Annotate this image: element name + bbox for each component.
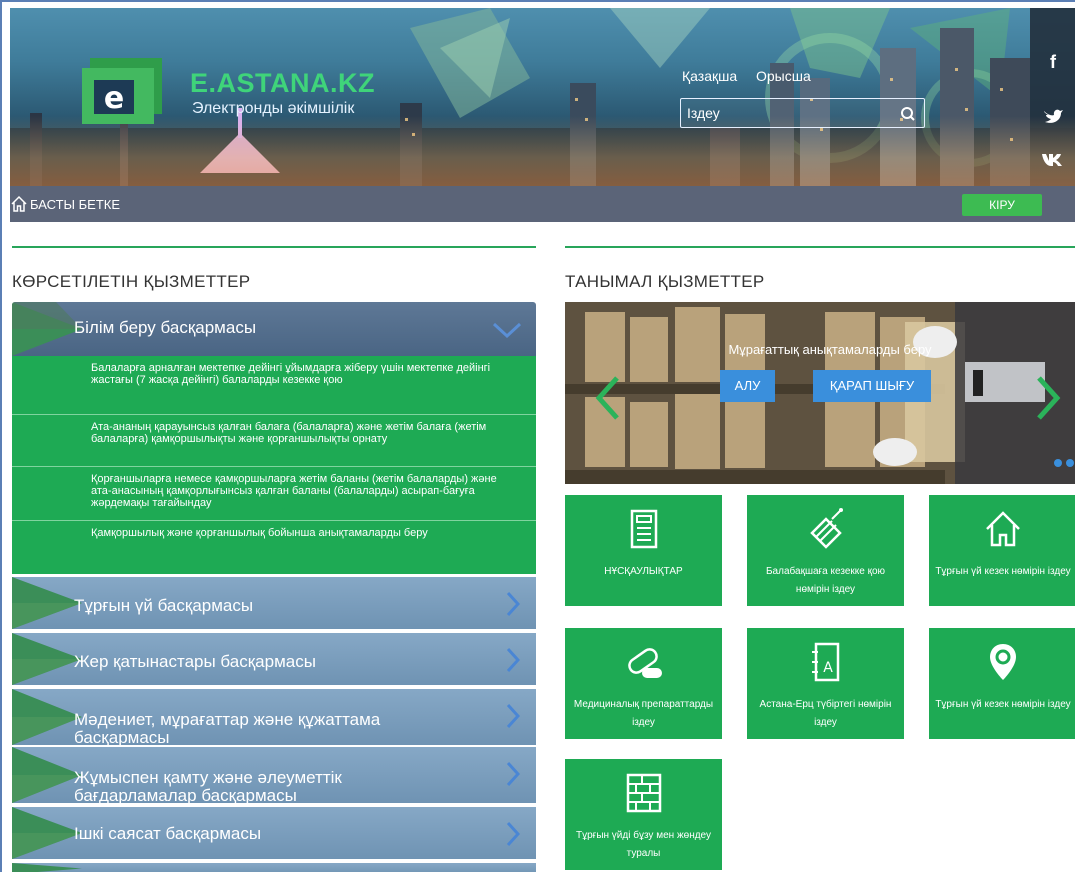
accordion-triangle-deco bbox=[12, 747, 82, 803]
tile-housing-queue-location-label: Тұрғын үй кезек нөмірін іздеу bbox=[935, 699, 1071, 710]
accordion-land-label: Жер қатынастары басқармасы bbox=[74, 652, 316, 671]
search-input[interactable] bbox=[687, 103, 887, 123]
accordion-culture-label: Мәдениет, мұрағаттар және құжаттама басқ… bbox=[74, 710, 381, 747]
left-divider bbox=[12, 246, 536, 248]
brand-title[interactable]: E.ASTANA.KZ bbox=[190, 68, 375, 99]
chevron-down-icon[interactable] bbox=[492, 320, 522, 340]
location-pin-icon bbox=[990, 644, 1016, 680]
accordion-culture[interactable]: Мәдениет, мұрағаттар және құжаттама басқ… bbox=[12, 689, 536, 747]
accordion-triangle-deco bbox=[12, 807, 82, 859]
service-item[interactable]: Ата-ананың қарауынсыз қалған балаға (бал… bbox=[12, 414, 536, 466]
address-book-icon: A bbox=[811, 642, 839, 682]
search-box bbox=[680, 98, 925, 128]
tile-housing-queue-location[interactable]: Тұрғын үй кезек нөмірін іздеу bbox=[929, 628, 1075, 739]
lang-russian-link[interactable]: Орысша bbox=[756, 68, 811, 84]
tile-housing-queue-label: Тұрғын үй кезек нөмірін іздеу bbox=[935, 566, 1071, 577]
tile-instructions-label: НҰСҚАУЛЫҚТАР bbox=[604, 566, 683, 577]
accordion-education-label: Білім беру басқармасы bbox=[74, 318, 257, 337]
accordion-triangle-deco bbox=[12, 863, 82, 872]
service-item-label: Қорғаншыларға немесе қамқоршыларға жетім… bbox=[91, 473, 497, 509]
slider-caption: Мұрағаттық анықтамаларды беру bbox=[728, 342, 932, 357]
home-icon bbox=[11, 195, 27, 212]
brand-subtitle: Электронды әкімшілік bbox=[192, 100, 355, 117]
accordion-housing[interactable]: Тұрғын үй басқармасы bbox=[12, 577, 536, 631]
twitter-icon[interactable] bbox=[1039, 102, 1067, 130]
chevron-right-icon[interactable] bbox=[506, 647, 520, 673]
login-button[interactable]: КІРУ bbox=[962, 194, 1042, 216]
slider-next-arrow-icon[interactable] bbox=[1037, 376, 1061, 420]
accordion-education-body: Балаларға арналған мектепке дейінгі ұйым… bbox=[12, 356, 536, 574]
chevron-right-icon[interactable] bbox=[506, 703, 520, 729]
chevron-right-icon[interactable] bbox=[506, 821, 520, 847]
instruction-book-icon bbox=[630, 509, 657, 549]
accordion-triangle-deco bbox=[12, 689, 82, 745]
tile-housing-queue[interactable]: Тұрғын үй кезек нөмірін іздеу bbox=[929, 495, 1075, 606]
accordion-triangle-deco bbox=[12, 633, 82, 685]
search-icon[interactable] bbox=[898, 104, 918, 124]
accordion-education-header[interactable]: Білім беру басқармасы bbox=[12, 302, 536, 356]
top-navbar: БАСТЫ БЕТКЕ КІРУ bbox=[10, 186, 1075, 222]
accordion-triangle-deco bbox=[12, 302, 82, 356]
slider-dots[interactable] bbox=[1053, 458, 1075, 468]
service-item-label: Балаларға арналған мектепке дейінгі ұйым… bbox=[91, 362, 491, 386]
tile-kindergarten-queue-label: Балабақшаға кезекке қою нөмірін іздеу bbox=[765, 566, 886, 595]
home-link[interactable]: БАСТЫ БЕТКЕ bbox=[10, 195, 120, 213]
service-item[interactable]: Қорғаншыларға немесе қамқоршыларға жетім… bbox=[12, 466, 536, 520]
spinning-top-icon bbox=[809, 508, 843, 549]
brick-wall-icon bbox=[626, 773, 661, 813]
chevron-right-icon[interactable] bbox=[506, 761, 520, 787]
accordion-employment[interactable]: Жұмыспен қамту және әлеуметтік бағдарлам… bbox=[12, 747, 536, 805]
accordion-internal-policy[interactable]: Ішкі саясат басқармасы bbox=[12, 807, 536, 861]
e-logo-icon[interactable]: e bbox=[82, 58, 168, 124]
lang-kazakh-link[interactable]: Қазақша bbox=[682, 68, 737, 84]
facebook-icon[interactable]: f bbox=[1039, 52, 1067, 80]
accordion-housing-label: Тұрғын үй басқармасы bbox=[74, 596, 254, 615]
page-frame: e E.ASTANA.KZ Электронды әкімшілік Қазақ… bbox=[0, 0, 1075, 872]
accordion-land[interactable]: Жер қатынастары басқармасы bbox=[12, 633, 536, 687]
slider-view-button[interactable]: ҚАРАП ШЫҒУ bbox=[813, 370, 931, 402]
accordion-triangle-deco bbox=[12, 577, 82, 629]
right-divider bbox=[565, 246, 1075, 248]
service-item[interactable]: Балаларға арналған мектепке дейінгі ұйым… bbox=[12, 356, 536, 406]
tile-erc-receipt[interactable]: A Астана-Ерц түбіртегі нөмірін іздеу bbox=[747, 628, 904, 739]
services-section-title: КӨРСЕТІЛЕТІН ҚЫЗМЕТТЕР bbox=[12, 272, 251, 291]
tile-demolition-repair[interactable]: Тұрғын үйді бұзу мен жөндеу туралы bbox=[565, 759, 722, 870]
tile-erc-receipt-label: Астана-Ерц түбіртегі нөмірін іздеу bbox=[759, 699, 892, 728]
slider-get-button[interactable]: АЛУ bbox=[720, 370, 775, 402]
tile-demolition-repair-label: Тұрғын үйді бұзу мен жөндеу туралы bbox=[576, 830, 711, 859]
tile-medicine-search-label: Медициналық препараттарды іздеу bbox=[573, 699, 714, 728]
popular-slider: Мұрағаттық анықтамаларды беру АЛУ ҚАРАП … bbox=[565, 302, 1075, 484]
service-item[interactable]: Қамқоршылық және қорғаншылық бойынша аны… bbox=[12, 520, 536, 574]
pill-icon bbox=[627, 648, 662, 678]
accordion-employment-label: Жұмыспен қамту және әлеуметтік бағдарлам… bbox=[74, 768, 342, 805]
popular-section-title: ТАНЫМАЛ ҚЫЗМЕТТЕР bbox=[565, 272, 765, 291]
accordion-next-partial[interactable] bbox=[12, 863, 536, 872]
svg-text:e: e bbox=[104, 81, 124, 116]
service-item-label: Ата-ананың қарауынсыз қалған балаға (бал… bbox=[91, 421, 487, 445]
vk-icon[interactable] bbox=[1039, 145, 1067, 173]
home-link-label: БАСТЫ БЕТКЕ bbox=[30, 196, 121, 212]
site-header: e E.ASTANA.KZ Электронды әкімшілік Қазақ… bbox=[10, 8, 1075, 186]
chevron-right-icon[interactable] bbox=[506, 591, 520, 617]
tile-instructions[interactable]: НҰСҚАУЛЫҚТАР bbox=[565, 495, 722, 606]
svg-text:A: A bbox=[823, 660, 833, 676]
tile-kindergarten-queue[interactable]: Балабақшаға кезекке қою нөмірін іздеу bbox=[747, 495, 904, 606]
accordion-internal-policy-label: Ішкі саясат басқармасы bbox=[74, 824, 262, 843]
service-item-label: Қамқоршылық және қорғаншылық бойынша аны… bbox=[91, 527, 428, 539]
house-icon bbox=[986, 511, 1020, 547]
tile-medicine-search[interactable]: Медициналық препараттарды іздеу bbox=[565, 628, 722, 739]
slider-prev-arrow-icon[interactable] bbox=[595, 376, 619, 420]
